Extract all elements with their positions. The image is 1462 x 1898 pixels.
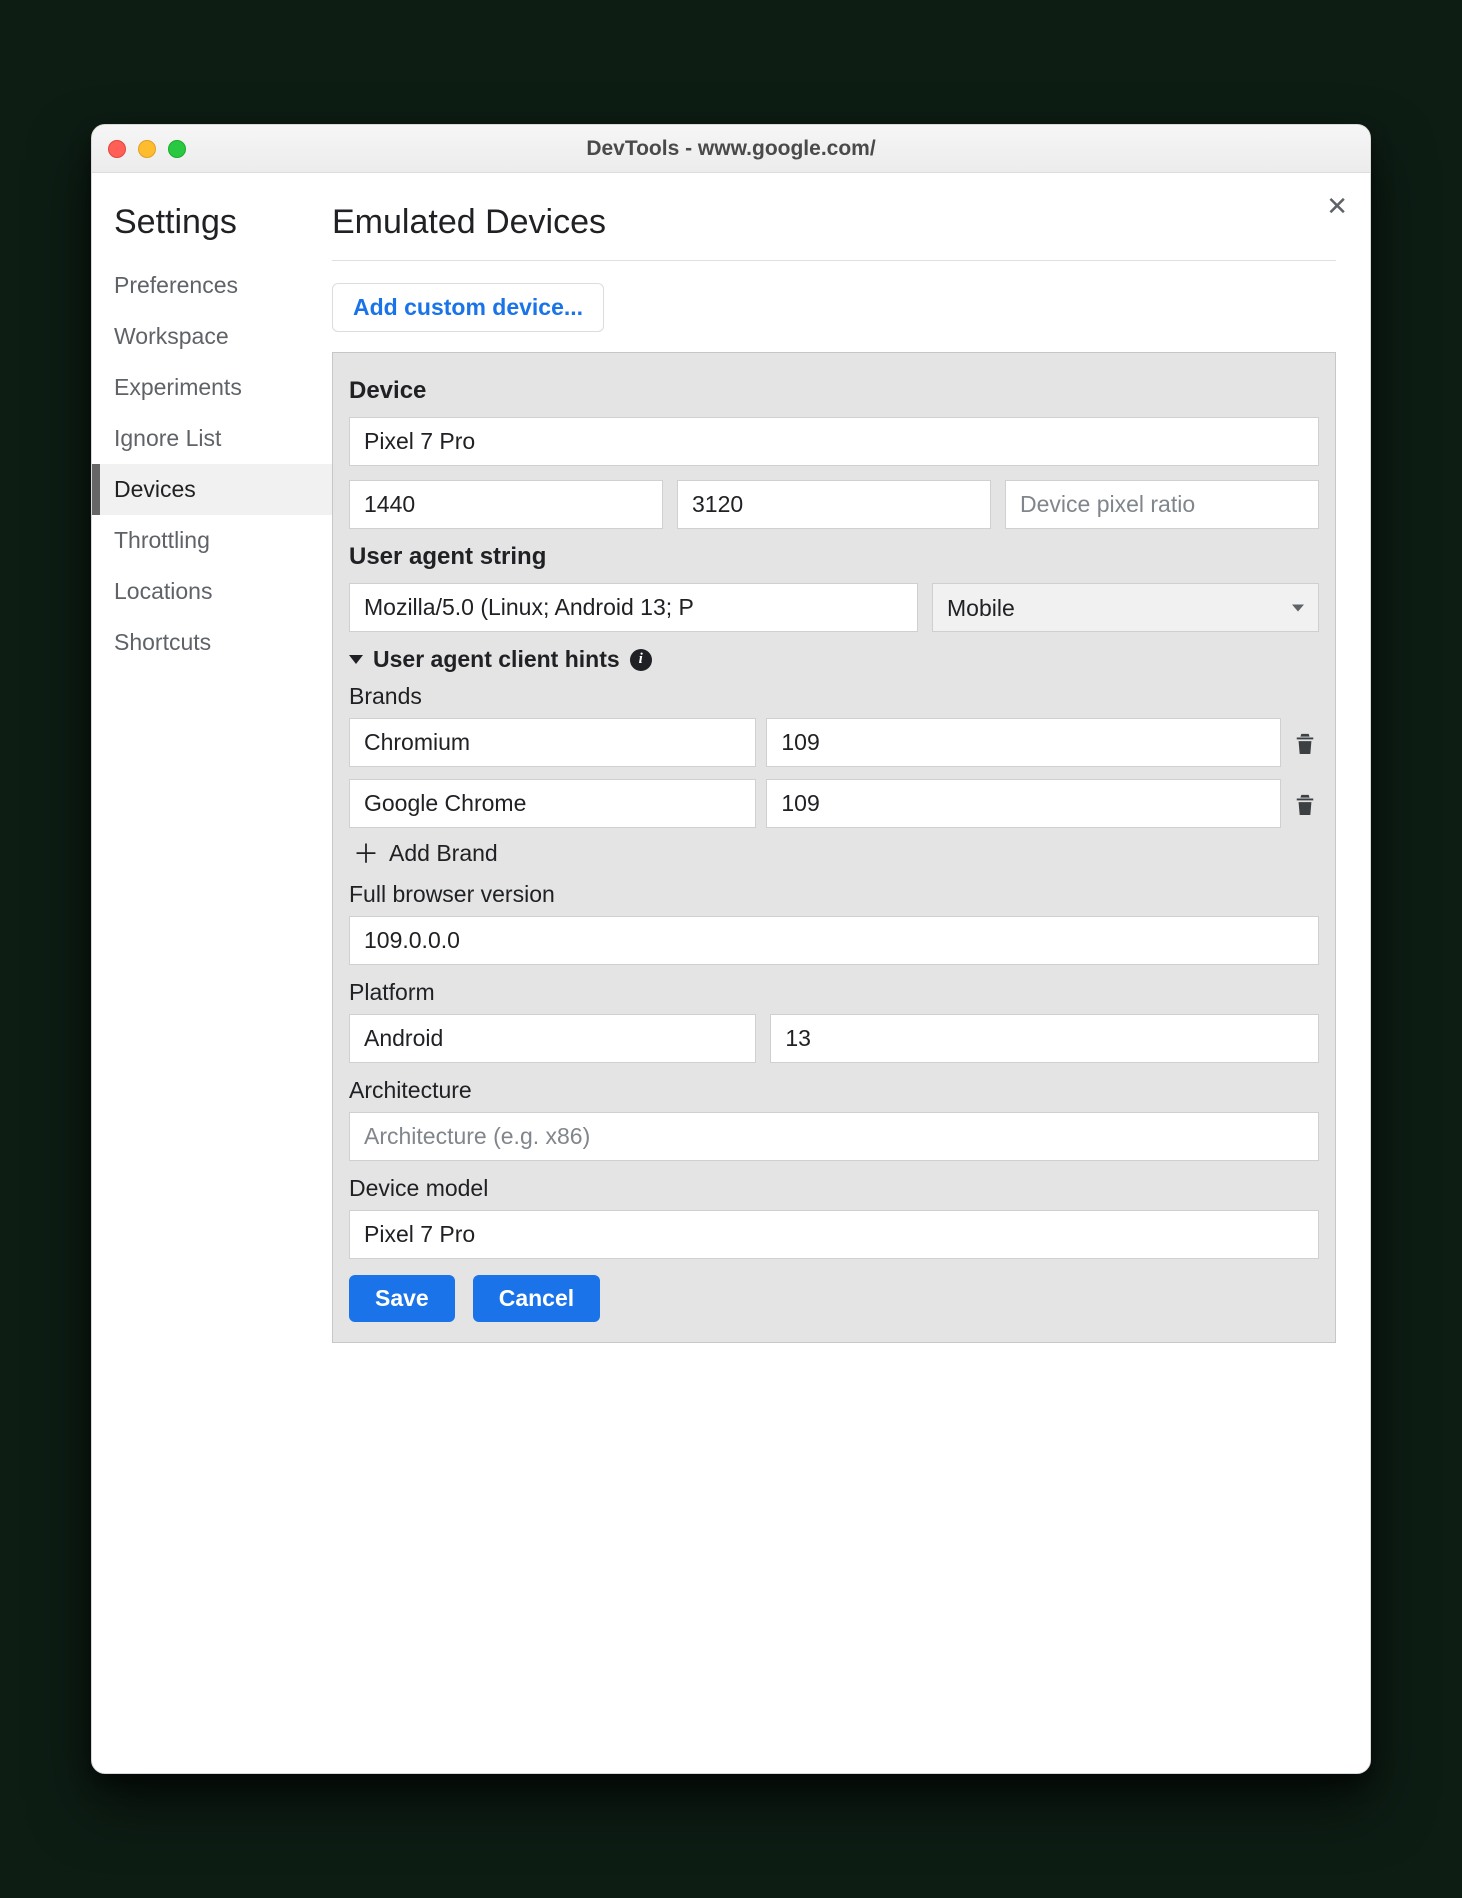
client-hints-heading: User agent client hints <box>373 646 620 673</box>
platform-input[interactable] <box>349 1014 756 1063</box>
brand-name-input[interactable] <box>349 718 756 767</box>
platform-label: Platform <box>349 979 1319 1006</box>
brand-version-input[interactable] <box>766 718 1281 767</box>
main-pane: Emulated Devices Add custom device... De… <box>332 173 1370 1773</box>
platform-version-input[interactable] <box>770 1014 1319 1063</box>
trash-icon <box>1294 791 1316 817</box>
brand-name-input[interactable] <box>349 779 756 828</box>
device-pixel-ratio-input[interactable] <box>1005 480 1319 529</box>
settings-sidebar: Settings Preferences Workspace Experimen… <box>92 173 332 1773</box>
device-type-select[interactable]: Mobile <box>932 583 1319 632</box>
add-custom-device-button[interactable]: Add custom device... <box>332 283 604 332</box>
device-heading: Device <box>349 377 1319 405</box>
device-height-input[interactable] <box>677 480 991 529</box>
add-brand-label: Add Brand <box>389 840 498 867</box>
trash-icon <box>1294 730 1316 756</box>
device-model-input[interactable] <box>349 1210 1319 1259</box>
sidebar-item-experiments[interactable]: Experiments <box>92 362 332 413</box>
sidebar-item-ignore-list[interactable]: Ignore List <box>92 413 332 464</box>
sidebar-item-preferences[interactable]: Preferences <box>92 260 332 311</box>
sidebar-item-shortcuts[interactable]: Shortcuts <box>92 617 332 668</box>
info-icon[interactable]: i <box>630 649 652 671</box>
user-agent-input[interactable] <box>349 583 918 632</box>
brand-row <box>349 779 1319 828</box>
close-icon[interactable]: ✕ <box>1326 191 1348 222</box>
client-hints-toggle[interactable]: User agent client hints i <box>349 646 1319 673</box>
device-name-input[interactable] <box>349 417 1319 466</box>
plus-icon: ＋ <box>353 841 379 867</box>
brand-version-input[interactable] <box>766 779 1281 828</box>
sidebar-item-devices[interactable]: Devices <box>92 464 332 515</box>
chevron-down-icon <box>349 655 363 664</box>
brands-label: Brands <box>349 683 1319 710</box>
device-form-panel: Device User agent string Mobile <box>332 352 1336 1343</box>
user-agent-heading: User agent string <box>349 543 1319 571</box>
settings-heading: Settings <box>92 203 332 260</box>
device-type-select-inner[interactable]: Mobile <box>933 585 1318 631</box>
device-model-label: Device model <box>349 1175 1319 1202</box>
sidebar-item-throttling[interactable]: Throttling <box>92 515 332 566</box>
sidebar-item-locations[interactable]: Locations <box>92 566 332 617</box>
delete-brand-button[interactable] <box>1291 791 1319 817</box>
sidebar-item-workspace[interactable]: Workspace <box>92 311 332 362</box>
delete-brand-button[interactable] <box>1291 730 1319 756</box>
page-title: Emulated Devices <box>332 203 1336 261</box>
devtools-window: DevTools - www.google.com/ ✕ Settings Pr… <box>91 124 1371 1774</box>
architecture-label: Architecture <box>349 1077 1319 1104</box>
full-version-label: Full browser version <box>349 881 1319 908</box>
device-width-input[interactable] <box>349 480 663 529</box>
window-title: DevTools - www.google.com/ <box>92 137 1370 161</box>
full-version-input[interactable] <box>349 916 1319 965</box>
save-button[interactable]: Save <box>349 1275 455 1322</box>
brand-row <box>349 718 1319 767</box>
cancel-button[interactable]: Cancel <box>473 1275 600 1322</box>
add-brand-button[interactable]: ＋ Add Brand <box>353 840 1319 867</box>
titlebar: DevTools - www.google.com/ <box>92 125 1370 173</box>
architecture-input[interactable] <box>349 1112 1319 1161</box>
